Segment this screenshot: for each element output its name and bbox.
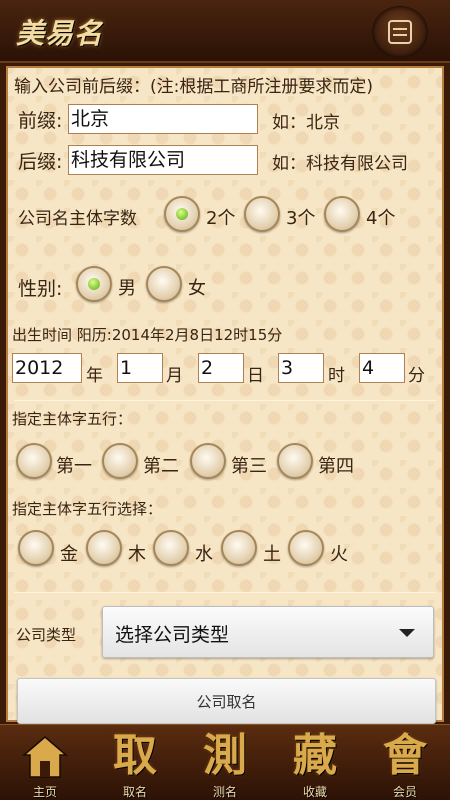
birth-day-input[interactable]: 2 [198, 353, 244, 383]
gender-label: 性别: [18, 278, 63, 300]
company-type-value: 选择公司类型 [115, 624, 230, 646]
gender-radio-female[interactable] [146, 266, 182, 302]
year-unit: 年 [86, 366, 103, 386]
menu-button[interactable] [372, 6, 428, 58]
wuxing-position-radio-1[interactable] [16, 443, 52, 479]
minute-unit: 分 [408, 366, 425, 386]
chevron-down-icon [399, 629, 415, 637]
birth-minute-input[interactable]: 4 [359, 353, 405, 383]
wuxing-element-option-wood: 木 [128, 544, 146, 565]
suffix-label: 后缀: [18, 151, 63, 173]
char-count-radio-3[interactable] [244, 196, 280, 232]
month-unit: 月 [166, 366, 183, 386]
char-count-option-4: 4个 [366, 208, 396, 229]
app-logo: 美易名 [16, 17, 104, 50]
generate-name-button[interactable]: 公司取名 [17, 678, 436, 724]
hour-unit: 时 [328, 366, 345, 386]
divider [14, 592, 436, 593]
tab-naming-label: 取名 [122, 785, 147, 799]
wuxing-element-radio-water[interactable] [153, 530, 189, 566]
tab-member[interactable]: 會 会员 [360, 725, 450, 800]
wuxing-element-radio-metal[interactable] [18, 530, 54, 566]
wuxing-element-label: 指定主体字五行选择： [12, 500, 163, 518]
wuxing-element-radio-wood[interactable] [86, 530, 122, 566]
tab-test-name-glyph: 測 [203, 730, 247, 781]
char-count-option-2: 2个 [206, 208, 236, 229]
tab-favorites-glyph: 藏 [293, 730, 337, 781]
prefix-label: 前缀: [18, 110, 63, 132]
tab-favorites[interactable]: 藏 收藏 [270, 725, 360, 800]
birth-month-input[interactable]: 1 [117, 353, 163, 383]
intro-text: 输入公司前后缀：(注:根据工商所注册要求而定) [14, 77, 373, 97]
birth-hour-input[interactable]: 3 [278, 353, 324, 383]
gender-radio-male[interactable] [76, 266, 112, 302]
gender-option-male: 男 [118, 278, 136, 299]
char-count-option-3: 3个 [286, 208, 316, 229]
char-count-label: 公司名主体字数 [18, 209, 137, 229]
gender-option-female: 女 [188, 278, 206, 299]
wuxing-position-radio-3[interactable] [190, 443, 226, 479]
divider [14, 400, 436, 401]
wuxing-element-option-fire: 火 [330, 544, 348, 565]
menu-list-icon [388, 20, 412, 44]
wuxing-element-radio-earth[interactable] [221, 530, 257, 566]
wuxing-position-radio-4[interactable] [277, 443, 313, 479]
wuxing-position-option-1: 第一 [56, 456, 92, 477]
birth-year-input[interactable]: 2012 [12, 353, 82, 383]
company-type-select[interactable]: 选择公司类型 [102, 606, 434, 658]
tab-favorites-label: 收藏 [302, 785, 327, 799]
tab-home-label: 主页 [32, 785, 57, 799]
prefix-example: 如：北京 [272, 113, 340, 133]
wuxing-element-option-metal: 金 [60, 544, 78, 565]
wuxing-position-radio-2[interactable] [102, 443, 138, 479]
bottom-tab-bar: 主页 取 取名 測 测名 藏 收藏 會 会员 [0, 724, 450, 800]
app-header: 美易名 [0, 0, 450, 63]
prefix-input[interactable]: 北京 [68, 104, 258, 134]
tab-member-glyph: 會 [383, 730, 427, 781]
wuxing-element-option-earth: 土 [263, 544, 281, 565]
tab-naming-glyph: 取 [113, 730, 157, 781]
wuxing-element-option-water: 水 [195, 544, 213, 565]
wuxing-element-radio-fire[interactable] [288, 530, 324, 566]
suffix-example: 如：科技有限公司 [272, 154, 408, 174]
char-count-radio-2[interactable] [164, 196, 200, 232]
wuxing-position-option-3: 第三 [231, 456, 267, 477]
suffix-input[interactable]: 科技有限公司 [68, 145, 258, 175]
birth-time-label: 出生时间 阳历:2014年2月8日12时15分 [12, 326, 283, 344]
tab-test-name-label: 测名 [212, 785, 237, 799]
wuxing-position-option-4: 第四 [318, 456, 354, 477]
home-icon [22, 736, 68, 778]
day-unit: 日 [247, 366, 264, 386]
form-panel: 输入公司前后缀：(注:根据工商所注册要求而定) 前缀: 北京 如：北京 后缀: … [6, 66, 444, 724]
char-count-radio-4[interactable] [324, 196, 360, 232]
tab-naming[interactable]: 取 取名 [90, 725, 180, 800]
company-type-label: 公司类型 [16, 626, 77, 644]
tab-member-label: 会员 [392, 785, 417, 799]
tab-home[interactable]: 主页 [0, 725, 90, 800]
wuxing-position-label: 指定主体字五行： [12, 410, 133, 428]
tab-test-name[interactable]: 測 测名 [180, 725, 270, 800]
wuxing-position-option-2: 第二 [143, 456, 179, 477]
